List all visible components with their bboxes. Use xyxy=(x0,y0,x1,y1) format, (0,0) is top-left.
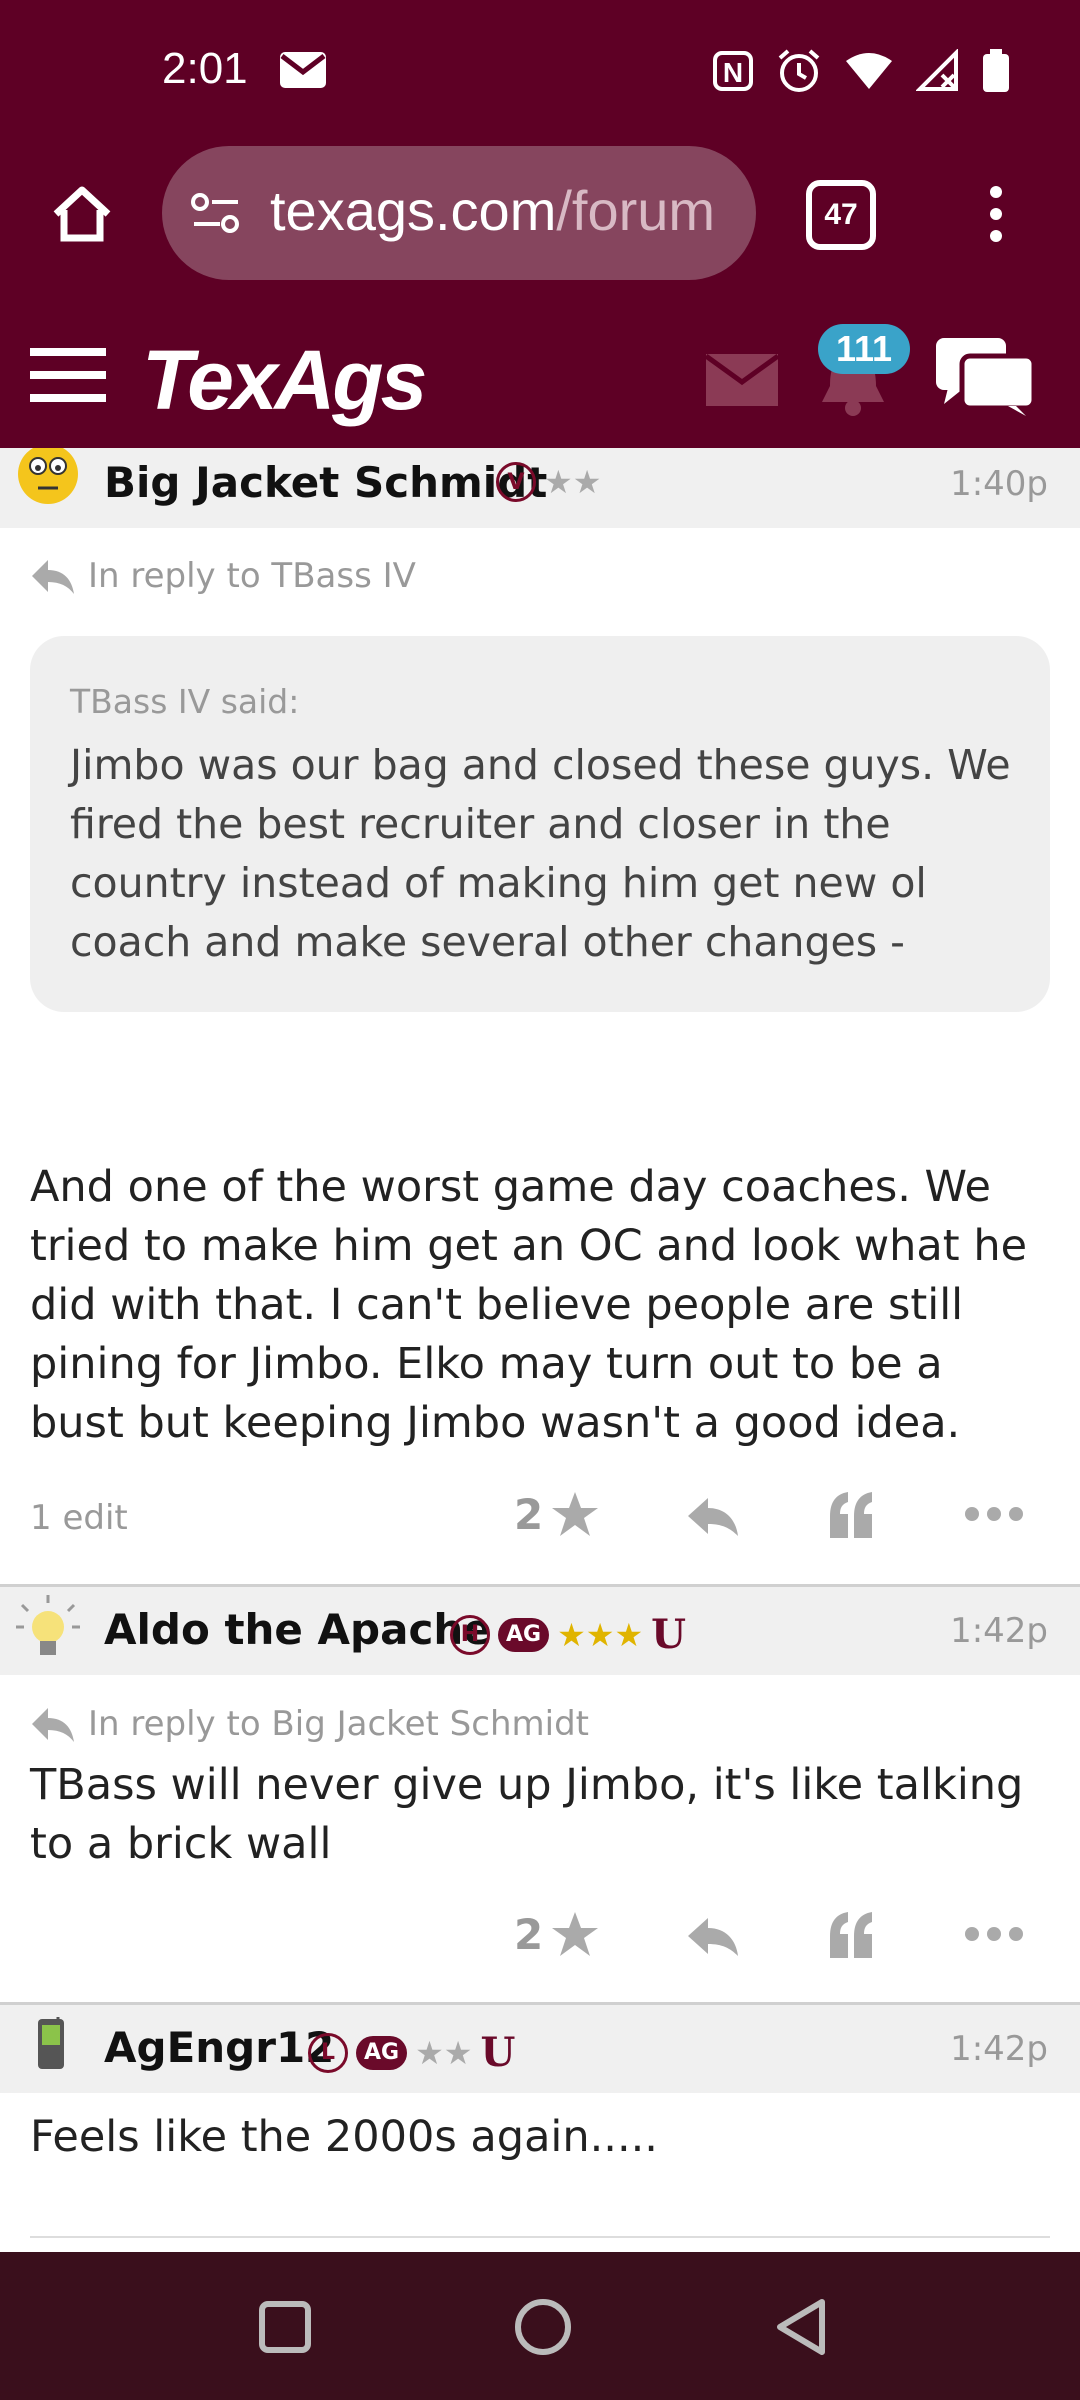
battery-icon xyxy=(983,49,1009,92)
post-header: AgEngr12 L AG ★★ U 1:42p xyxy=(0,2005,1080,2093)
reply-to-link[interactable]: In reply to TBass IV xyxy=(30,556,416,596)
user-stars: ★★ xyxy=(415,2033,473,2072)
back-icon[interactable] xyxy=(774,2298,828,2356)
star-count: 2 xyxy=(514,1910,544,1959)
more-icon[interactable] xyxy=(964,1504,1024,1524)
quote-block: TBass IV said: Jimbo was our bag and clo… xyxy=(30,636,1050,1012)
user-badge: H xyxy=(450,1614,490,1655)
texags-logo[interactable]: TexAgs xyxy=(142,332,427,429)
post-body: Feels like the 2000s again..... xyxy=(30,2112,658,2162)
quote-icon[interactable] xyxy=(826,1490,876,1540)
url-path: /forum xyxy=(556,179,716,242)
chat-icon[interactable] xyxy=(936,338,1036,416)
reply-icon[interactable] xyxy=(686,1496,738,1536)
post-body: And one of the worst game day coaches. W… xyxy=(30,1162,1028,1448)
post-actions: 1 edit 2 xyxy=(0,1482,1080,1552)
post-time: 1:40p xyxy=(950,464,1048,504)
avatar[interactable] xyxy=(16,448,80,508)
reply-to-text: In reply to Big Jacket Schmidt xyxy=(88,1704,589,1744)
home-nav-icon[interactable] xyxy=(514,2298,572,2356)
lightbulb-avatar[interactable] xyxy=(16,1595,80,1665)
nfc-icon: N xyxy=(713,51,753,91)
divider xyxy=(30,2236,1050,2238)
post-time: 1:42p xyxy=(950,1611,1048,1651)
post-body: TBass will never give up Jimbo, it's lik… xyxy=(30,1760,1024,1869)
quote-icon[interactable] xyxy=(826,1910,876,1960)
quote-text: Jimbo was our bag and closed these guys.… xyxy=(70,741,1011,966)
home-icon[interactable] xyxy=(50,184,114,244)
user-stars: ★★ xyxy=(544,463,602,501)
post-header: Aldo the Apache H AG ★★★ U 1:42p xyxy=(0,1587,1080,1675)
reply-to-link[interactable]: In reply to Big Jacket Schmidt xyxy=(30,1704,589,1744)
reply-to-text: In reply to TBass IV xyxy=(88,556,416,596)
post-actions: 2 xyxy=(0,1902,1080,1972)
url-text[interactable]: texags.com/forum xyxy=(270,178,740,243)
url-domain: texags.com xyxy=(270,179,557,242)
hamburger-icon[interactable] xyxy=(30,346,106,404)
reply-icon[interactable] xyxy=(686,1916,738,1956)
signal-icon xyxy=(916,49,958,91)
alarm-icon xyxy=(778,49,820,92)
wifi-icon xyxy=(846,53,892,89)
browser-top-area: 2:01 N texags.com/forum 47 TexAgs 111 xyxy=(0,0,1080,448)
star-count: 2 xyxy=(514,1490,544,1539)
username[interactable]: Big Jacket Schmidt xyxy=(104,458,547,507)
tab-switcher-button[interactable]: 47 xyxy=(806,180,876,250)
reply-icon xyxy=(32,1708,74,1742)
status-icons: N xyxy=(712,48,1010,94)
system-nav-bar xyxy=(0,2252,1080,2400)
reply-icon xyxy=(32,560,74,594)
quote-author: TBass IV said: xyxy=(70,682,300,721)
ag-badge: AG xyxy=(356,2035,408,2070)
u-logo-icon: U xyxy=(480,2029,516,2076)
gmail-notification-icon xyxy=(280,52,326,88)
username[interactable]: AgEngr12 xyxy=(104,2023,334,2072)
kebab-menu-icon[interactable] xyxy=(986,184,1006,244)
user-badge: L xyxy=(308,2032,348,2073)
user-badge: V xyxy=(496,462,536,502)
more-icon[interactable] xyxy=(964,1924,1024,1944)
star-icon[interactable] xyxy=(550,1490,600,1538)
status-time: 2:01 xyxy=(162,44,248,93)
post-time: 1:42p xyxy=(950,2029,1048,2069)
mail-icon[interactable] xyxy=(706,354,778,406)
u-logo-icon: U xyxy=(651,1611,687,1658)
username[interactable]: Aldo the Apache xyxy=(104,1605,492,1654)
star-icon[interactable] xyxy=(550,1910,600,1958)
site-settings-icon[interactable] xyxy=(190,190,242,236)
edit-note[interactable]: 1 edit xyxy=(30,1498,128,1538)
recents-icon[interactable] xyxy=(258,2300,312,2354)
user-stars: ★★★ xyxy=(557,1615,644,1654)
notification-badge[interactable]: 111 xyxy=(818,324,910,374)
post-header: Big Jacket Schmidt V ★★ 1:40p xyxy=(0,448,1080,528)
phone-avatar[interactable] xyxy=(36,2017,66,2071)
ag-badge: AG xyxy=(498,1617,550,1652)
svg-text:N: N xyxy=(723,57,743,88)
